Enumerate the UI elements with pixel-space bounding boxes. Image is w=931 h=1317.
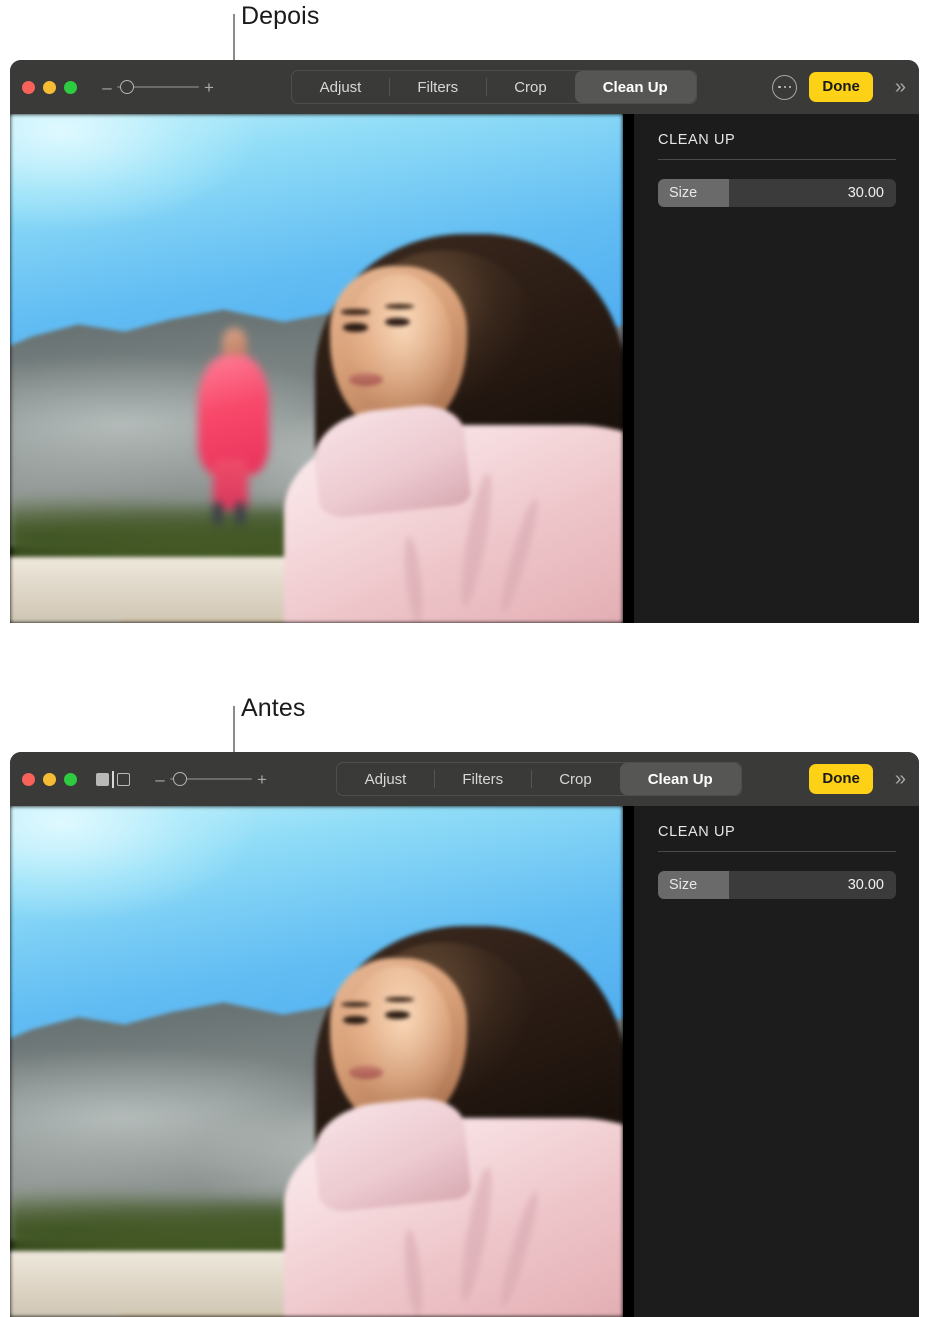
maximize-window-button[interactable] — [64, 80, 77, 94]
callout-label-antes: Antes — [241, 694, 306, 722]
size-slider-value: 30.00 — [847, 877, 884, 893]
tab-crop[interactable]: Crop — [531, 763, 620, 795]
size-slider-row[interactable]: Size 30.00 — [658, 179, 896, 207]
window-body-before: CLEAN UP Size 30.00 — [10, 806, 919, 1317]
tabs-wrap-after: Adjust Filters Crop Clean Up — [215, 70, 772, 104]
compare-outline-square — [117, 772, 130, 786]
zoom-slider-track[interactable] — [117, 79, 199, 95]
tab-filters[interactable]: Filters — [434, 763, 531, 795]
zoom-slider-track[interactable] — [170, 771, 252, 787]
toolbar-after: – + Adjust Filters Crop Clean Up Done » — [10, 60, 919, 114]
compare-divider-bar — [112, 770, 114, 788]
zoom-in-icon[interactable]: + — [203, 79, 215, 96]
photo-subject-woman — [284, 918, 623, 1317]
zoom-out-icon[interactable]: – — [101, 79, 113, 96]
compare-filled-square — [96, 772, 109, 786]
photo-image-after — [10, 114, 623, 623]
tab-adjust[interactable]: Adjust — [292, 71, 390, 103]
minimize-window-button[interactable] — [43, 80, 56, 94]
tab-clean-up[interactable]: Clean Up — [574, 71, 696, 103]
tab-clean-up[interactable]: Clean Up — [619, 763, 741, 795]
zoom-slider-knob[interactable] — [173, 772, 187, 786]
size-slider-label: Size — [669, 185, 698, 201]
expand-chevron-icon[interactable]: » — [885, 769, 906, 789]
toolbar-before: – + Adjust Filters Crop Clean Up Done » — [10, 752, 919, 806]
tabs-wrap-before: Adjust Filters Crop Clean Up — [268, 762, 809, 796]
traffic-lights-after — [22, 80, 77, 94]
photo-canvas-before[interactable] — [10, 806, 624, 1317]
photo-image-before — [10, 806, 623, 1317]
sidebar-before: CLEAN UP Size 30.00 — [634, 806, 919, 1317]
size-slider-value: 30.00 — [847, 185, 884, 201]
toolbar-right-cluster-before: Done » — [809, 764, 906, 794]
sidebar-divider — [658, 851, 896, 852]
photo-editor-window-before: – + Adjust Filters Crop Clean Up Done » — [10, 752, 919, 1317]
window-body-after: CLEAN UP Size 30.00 — [10, 114, 919, 623]
photo-canvas-after[interactable] — [10, 114, 624, 623]
tab-crop[interactable]: Crop — [486, 71, 575, 103]
zoom-slider-knob[interactable] — [120, 80, 134, 94]
edit-mode-tabs-before: Adjust Filters Crop Clean Up — [335, 762, 742, 796]
sidebar-title-clean-up: CLEAN UP — [658, 132, 736, 148]
tab-filters[interactable]: Filters — [389, 71, 486, 103]
maximize-window-button[interactable] — [64, 772, 77, 786]
photo-background-person — [197, 327, 271, 526]
zoom-slider-before[interactable]: – + — [154, 771, 268, 788]
close-window-button[interactable] — [22, 80, 35, 94]
compare-before-after-icon[interactable] — [96, 770, 130, 788]
size-slider-label: Size — [669, 877, 698, 893]
sidebar-divider — [658, 159, 896, 160]
traffic-lights-before — [22, 772, 77, 786]
callout-label-depois: Depois — [241, 2, 320, 30]
zoom-in-icon[interactable]: + — [256, 771, 268, 788]
done-button[interactable]: Done — [809, 72, 873, 102]
size-slider-row[interactable]: Size 30.00 — [658, 871, 896, 899]
toolbar-right-cluster-after: Done » — [772, 72, 906, 102]
pane-divider-before — [624, 806, 634, 1317]
zoom-out-icon[interactable]: – — [154, 771, 166, 788]
pane-divider-after — [624, 114, 634, 623]
more-options-icon[interactable] — [772, 74, 798, 100]
minimize-window-button[interactable] — [43, 772, 56, 786]
tab-adjust[interactable]: Adjust — [337, 763, 435, 795]
close-window-button[interactable] — [22, 772, 35, 786]
edit-mode-tabs-after: Adjust Filters Crop Clean Up — [290, 70, 697, 104]
done-button[interactable]: Done — [809, 764, 873, 794]
sidebar-after: CLEAN UP Size 30.00 — [634, 114, 919, 623]
sidebar-title-clean-up: CLEAN UP — [658, 824, 736, 840]
expand-chevron-icon[interactable]: » — [885, 77, 906, 97]
photo-editor-window-after: – + Adjust Filters Crop Clean Up Done » — [10, 60, 919, 623]
zoom-slider-after[interactable]: – + — [101, 79, 215, 96]
photo-subject-woman — [284, 226, 623, 623]
